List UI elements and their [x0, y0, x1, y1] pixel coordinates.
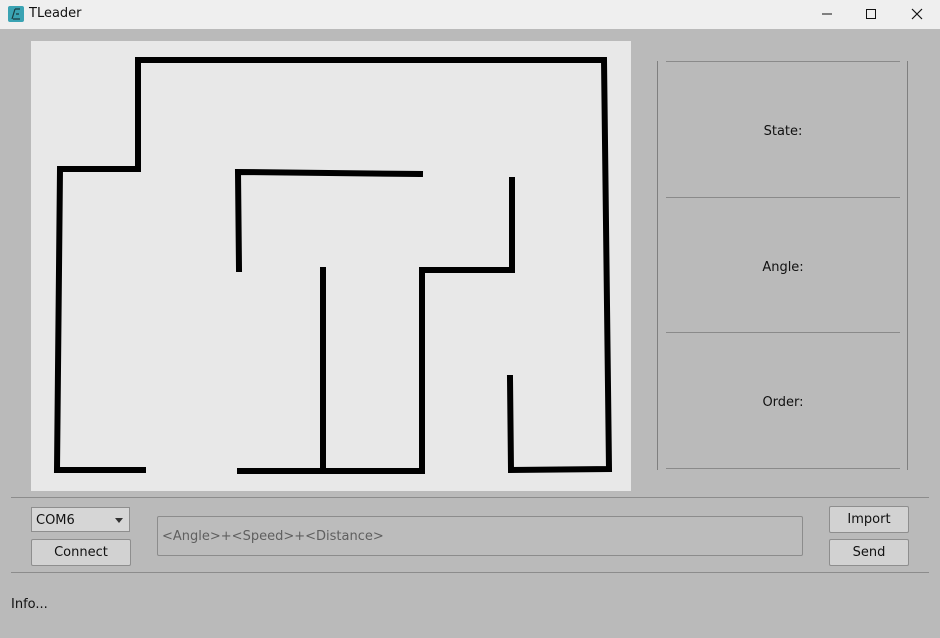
tleader-app-icon [8, 6, 24, 22]
minimize-icon [822, 13, 832, 15]
maze-walls [53, 57, 613, 474]
maze-wall-inner-right [237, 177, 515, 474]
order-row: Order: [666, 332, 900, 468]
maze-wall-left [53, 57, 146, 473]
divider-top [11, 497, 929, 498]
angle-row: Angle: [666, 197, 900, 333]
maze-wall-inner-top [234, 168, 424, 273]
state-row: State: [666, 61, 900, 197]
title-bar: TLeader [0, 0, 940, 29]
connect-button[interactable]: Connect [31, 539, 131, 566]
angle-label: Angle: [762, 260, 804, 275]
order-label: Order: [762, 395, 804, 410]
state-label: State: [763, 124, 803, 139]
chevron-down-icon [115, 518, 123, 523]
import-button[interactable]: Import [829, 506, 909, 533]
window-title: TLeader [29, 6, 82, 21]
command-input[interactable] [157, 516, 803, 556]
close-icon [911, 8, 923, 20]
send-button[interactable]: Send [829, 539, 909, 566]
maximize-button[interactable] [848, 0, 894, 29]
maximize-icon [866, 9, 876, 19]
port-select[interactable]: COM6 [31, 507, 130, 532]
close-button[interactable] [894, 0, 940, 29]
info-panel-bottom-line [666, 468, 900, 469]
status-text: Info... [11, 597, 48, 612]
minimize-button[interactable] [804, 0, 850, 29]
divider-bottom [11, 572, 929, 573]
port-select-value: COM6 [36, 513, 75, 528]
maze-canvas[interactable] [31, 41, 631, 491]
maze-wall-outer [135, 57, 613, 474]
